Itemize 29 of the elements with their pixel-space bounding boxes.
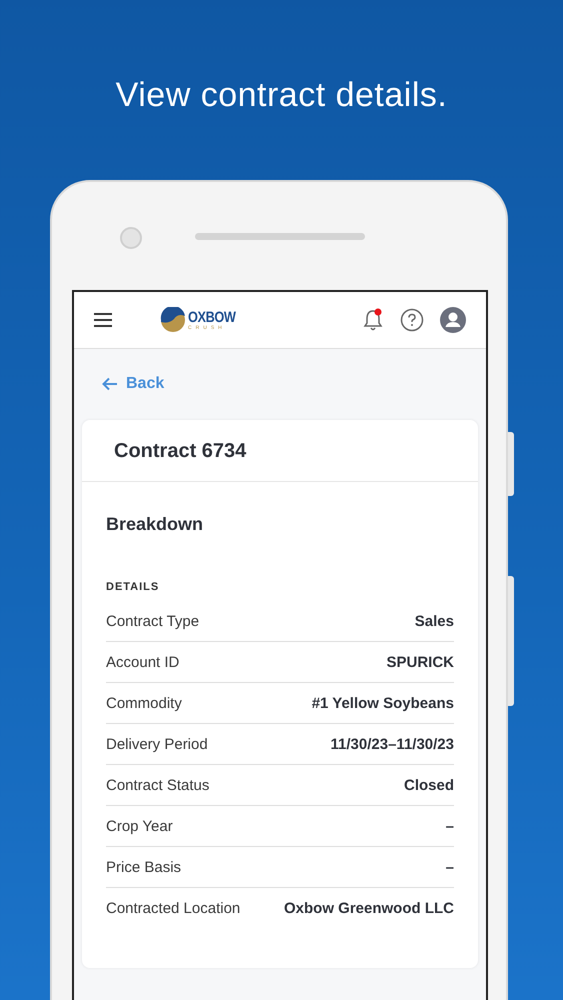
detail-label: Delivery Period bbox=[106, 736, 208, 752]
arrow-left-icon bbox=[102, 377, 118, 391]
detail-label: Contract Status bbox=[106, 776, 210, 794]
detail-label: Price Basis bbox=[106, 858, 182, 876]
detail-label: Contract Type bbox=[106, 612, 200, 630]
detail-value: SPURICK bbox=[386, 654, 454, 670]
detail-label: Contracted Location bbox=[106, 900, 240, 916]
detail-value: – bbox=[446, 858, 454, 876]
detail-value: #1 Yellow Soybeans bbox=[312, 694, 454, 712]
back-link[interactable]: Back bbox=[102, 375, 164, 393]
contract-title: Contract 6734 bbox=[82, 420, 478, 482]
bell-icon[interactable] bbox=[362, 308, 384, 332]
detail-value: – bbox=[446, 818, 454, 834]
camera-icon bbox=[120, 227, 142, 249]
detail-value: 11/30/23–11/30/23 bbox=[330, 736, 454, 752]
detail-value: Sales bbox=[414, 612, 454, 630]
detail-label: Crop Year bbox=[106, 818, 173, 834]
detail-label: Account ID bbox=[106, 654, 180, 670]
headline: View contract details. bbox=[114, 75, 448, 116]
logo-icon bbox=[160, 307, 186, 333]
detail-label: Commodity bbox=[106, 694, 182, 712]
logo-wordmark: OXBOW bbox=[188, 310, 236, 324]
detail-value: Oxbow Greenwood LLC bbox=[284, 900, 454, 916]
detail-value: Closed bbox=[404, 776, 454, 794]
group-label: DETAILS bbox=[106, 581, 160, 593]
help-icon[interactable] bbox=[400, 308, 424, 332]
avatar-icon[interactable] bbox=[440, 307, 466, 333]
menu-icon[interactable] bbox=[94, 313, 112, 327]
section-heading: Breakdown bbox=[106, 514, 204, 535]
